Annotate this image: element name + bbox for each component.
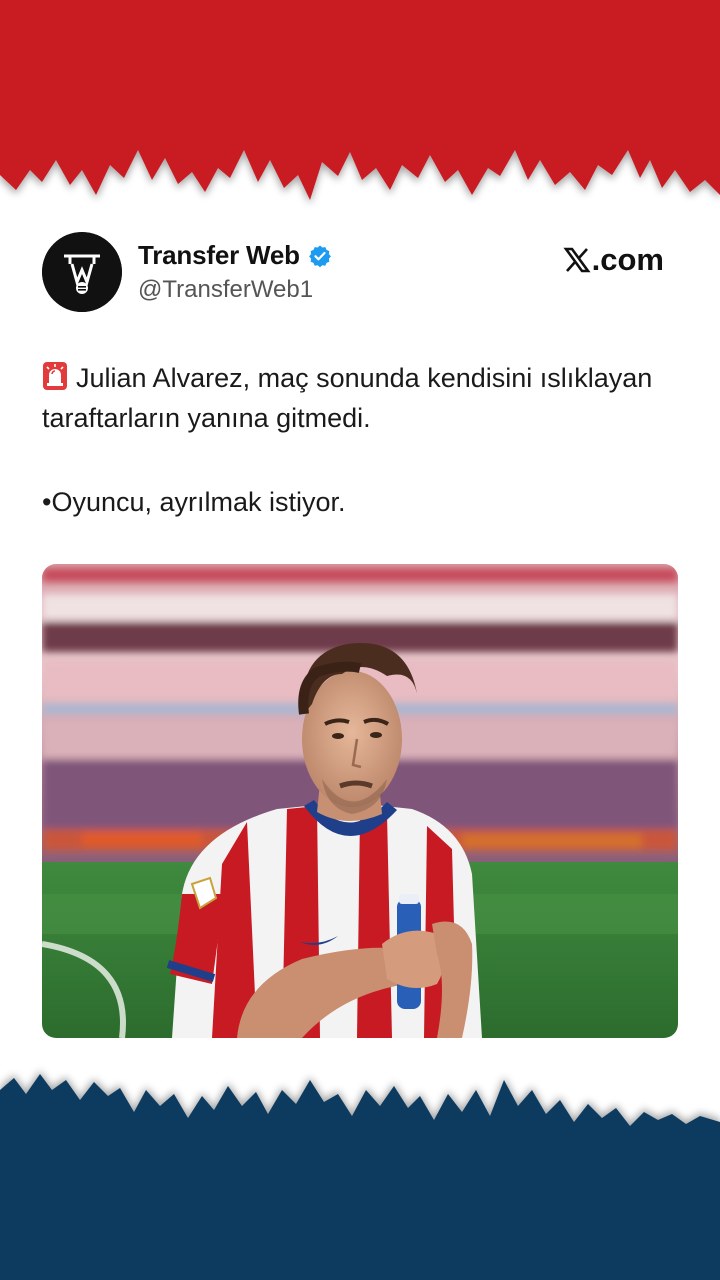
transfer-web-logo-icon	[42, 232, 122, 312]
verified-badge-icon	[308, 244, 332, 268]
tweet-text: Julian Alvarez, maç sonunda kendisini ıs…	[42, 358, 682, 522]
avatar[interactable]	[42, 232, 122, 312]
tweet-paragraph-1: Julian Alvarez, maç sonunda kendisini ıs…	[42, 358, 682, 438]
source-label: .com	[591, 242, 664, 277]
tweet-line-1: Julian Alvarez, maç sonunda kendisini ıs…	[42, 363, 653, 433]
tweet-header: Transfer Web @TransferWeb1 .com	[42, 232, 678, 314]
police-siren-icon	[42, 361, 68, 391]
author-handle[interactable]: @TransferWeb1	[138, 276, 313, 304]
x-com-label: .com	[563, 242, 664, 278]
bottom-torn-banner	[0, 1060, 720, 1280]
x-logo-icon	[563, 247, 591, 273]
tweet-line-2: •Oyuncu, ayrılmak istiyor.	[42, 487, 346, 517]
football-player-photo[interactable]	[42, 564, 678, 1038]
author-name[interactable]: Transfer Web	[138, 240, 300, 271]
top-torn-banner	[0, 0, 720, 215]
